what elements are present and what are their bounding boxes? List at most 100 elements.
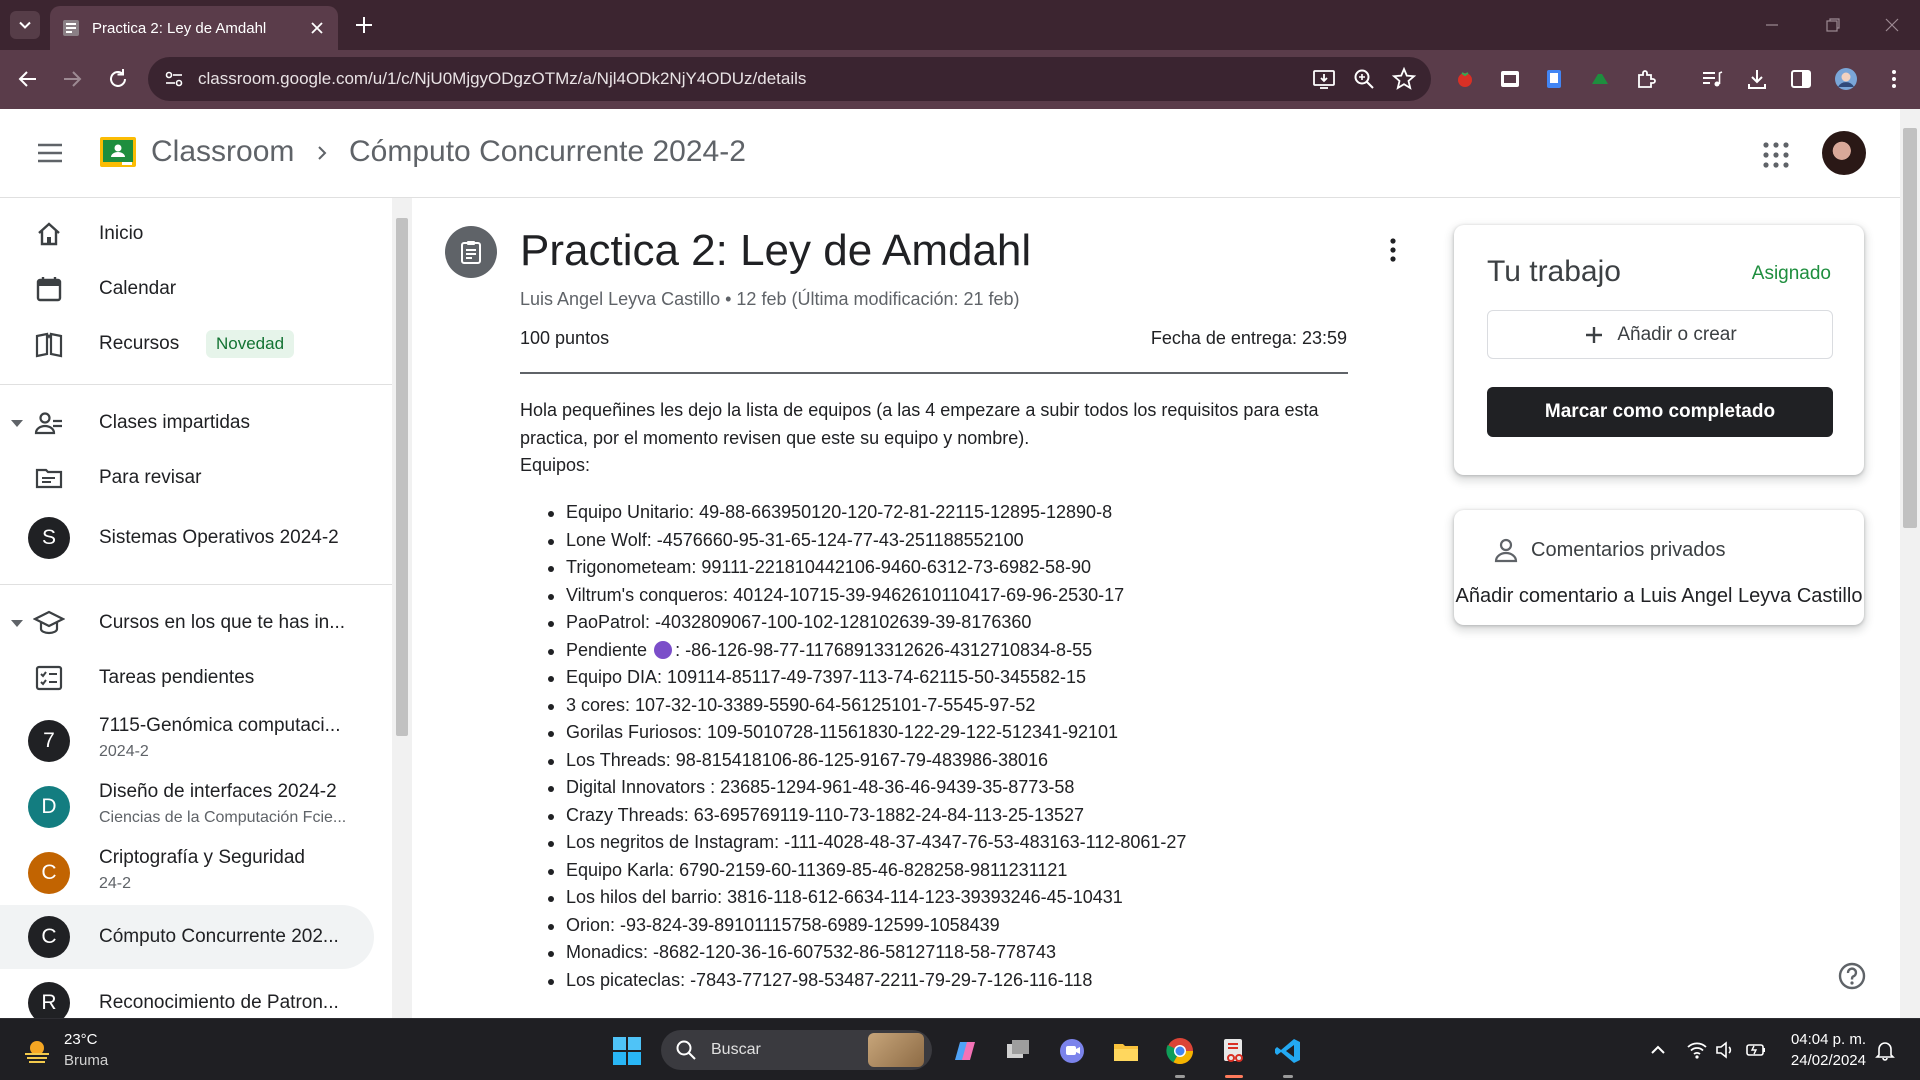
google-apps-icon[interactable]: [1762, 141, 1790, 169]
profile-avatar-icon[interactable]: [1834, 67, 1858, 91]
team-item: Viltrum's conqueros: 40124-10715-39-9462…: [520, 582, 1348, 610]
minimize-icon[interactable]: [1761, 14, 1783, 36]
app-name[interactable]: Classroom: [151, 135, 294, 169]
sidebar-divider: [0, 584, 392, 585]
sidebar-item-to-review[interactable]: Para revisar: [0, 450, 390, 506]
folder-icon: [1114, 1044, 1138, 1061]
team-item: Los hilos del barrio: 3816-118-612-6634-…: [520, 884, 1348, 912]
classroom-logo-icon[interactable]: [100, 137, 136, 167]
calendar-icon: [36, 277, 62, 302]
vscode-running-indicator: [1283, 1075, 1293, 1078]
sidebar-item-teaching[interactable]: Clases impartidas: [0, 395, 390, 451]
windows-start-icon[interactable]: [612, 1036, 642, 1066]
hamburger-menu-icon[interactable]: [36, 142, 64, 164]
assignment-points: 100 puntos: [520, 328, 610, 348]
battery-icon[interactable]: [1745, 1039, 1767, 1061]
bookmark-star-icon[interactable]: [1391, 66, 1417, 92]
download-icon[interactable]: [1745, 67, 1769, 91]
add-private-comment-link[interactable]: Añadir comentario a Luis Angel Leyva Cas…: [1454, 581, 1864, 611]
person-icon: [1494, 538, 1518, 563]
team-item: Los negritos de Instagram: -111-4028-48-…: [520, 829, 1348, 857]
sidebar-item-class-active[interactable]: C Cómputo Concurrente 202...: [0, 905, 390, 969]
wifi-icon[interactable]: [1686, 1039, 1708, 1061]
tab-search-button[interactable]: [10, 11, 40, 39]
help-icon[interactable]: [1837, 961, 1867, 991]
browser-menu-icon[interactable]: [1882, 67, 1906, 91]
chevron-up-icon[interactable]: [1647, 1039, 1669, 1061]
install-app-icon[interactable]: [1311, 66, 1337, 92]
sidebar-item-class[interactable]: C Criptografía y Seguridad 24-2: [0, 841, 390, 905]
sidebar-item-resources[interactable]: Recursos Novedad: [0, 316, 390, 372]
url-text[interactable]: classroom.google.com/u/1/c/NjU0MjgyODgzO…: [198, 69, 1311, 89]
zoom-icon[interactable]: [1351, 66, 1377, 92]
teams-heading: Equipos:: [520, 455, 591, 475]
notification-bell-icon[interactable]: [1874, 1039, 1896, 1061]
screen-capture-extension-icon[interactable]: [1498, 67, 1522, 91]
sidebar-item-label: Calendar: [99, 278, 177, 299]
caret-down-icon[interactable]: [10, 616, 24, 630]
extensions-puzzle-icon[interactable]: [1634, 67, 1658, 91]
clock-time[interactable]: 04:04 p. m.: [1791, 1031, 1866, 1048]
side-panel-icon[interactable]: [1789, 67, 1813, 91]
reload-icon[interactable]: [106, 67, 130, 91]
restore-icon[interactable]: [1822, 14, 1844, 36]
weather-haze-icon[interactable]: [22, 1036, 52, 1066]
search-highlight-image: [868, 1033, 924, 1067]
media-control-icon[interactable]: [1700, 67, 1724, 91]
site-settings-icon[interactable]: [162, 67, 186, 91]
sidebar-scrollbar-thumb[interactable]: [396, 218, 408, 736]
more-options-icon[interactable]: [1381, 236, 1405, 264]
reader-extension-icon[interactable]: [1542, 67, 1566, 91]
weather-temperature[interactable]: 23°C: [64, 1031, 98, 1048]
classroom-header: Classroom Cómputo Concurrente 2024-2: [0, 109, 1900, 198]
page-scrollbar-thumb[interactable]: [1903, 128, 1917, 528]
sidebar-item-todo[interactable]: Tareas pendientes: [0, 650, 390, 706]
team-item: Orion: -93-824-39-89101115758-6989-12599…: [520, 912, 1348, 940]
sidebar-item-subtitle: 2024-2: [99, 743, 149, 760]
browser-tab-active[interactable]: Practica 2: Ley de Amdahl: [50, 6, 338, 50]
new-tab-icon[interactable]: [352, 13, 376, 37]
tab-close-button[interactable]: [308, 19, 326, 37]
snip-active-indicator: [1225, 1075, 1243, 1078]
sidebar-item-home[interactable]: Inicio: [0, 206, 390, 262]
sidebar-item-label: Para revisar: [99, 467, 202, 488]
add-or-create-button[interactable]: Añadir o crear: [1487, 310, 1833, 359]
weather-description[interactable]: Bruma: [64, 1052, 108, 1069]
drive-extension-icon[interactable]: [1588, 67, 1612, 91]
book-icon: [35, 332, 63, 358]
clock-date[interactable]: 24/02/2024: [1791, 1052, 1866, 1069]
teams-chat-icon[interactable]: [1054, 1033, 1090, 1069]
sidebar-item-class[interactable]: 7 7115-Genómica computaci... 2024-2: [0, 709, 390, 773]
copilot-app-icon[interactable]: [946, 1033, 982, 1069]
sidebar-item-class[interactable]: R Reconocimiento de Patron...: [0, 971, 390, 1018]
sidebar-item-label: Sistemas Operativos 2024-2: [99, 527, 339, 548]
sidebar-item-class[interactable]: S Sistemas Operativos 2024-2: [0, 510, 390, 566]
file-explorer-icon[interactable]: [1108, 1033, 1144, 1069]
task-view-icon[interactable]: [1000, 1033, 1036, 1069]
volume-icon[interactable]: [1714, 1039, 1736, 1061]
taskbar-search[interactable]: Buscar: [661, 1030, 932, 1070]
account-avatar[interactable]: [1822, 131, 1866, 175]
window-close-icon[interactable]: [1881, 14, 1903, 36]
mark-complete-button[interactable]: Marcar como completado: [1487, 387, 1833, 437]
folder-review-icon: [35, 468, 63, 489]
course-breadcrumb[interactable]: Cómputo Concurrente 2024-2: [349, 135, 746, 169]
chrome-app-icon[interactable]: [1162, 1033, 1198, 1069]
sidebar-item-class[interactable]: D Diseño de interfaces 2024-2 Ciencias d…: [0, 775, 390, 839]
sidebar-item-enrolled[interactable]: Cursos en los que te has in...: [0, 595, 390, 651]
address-bar[interactable]: classroom.google.com/u/1/c/NjU0MjgyODgzO…: [148, 57, 1431, 101]
assignment-type-icon: [445, 226, 497, 278]
caret-down-icon[interactable]: [10, 416, 24, 430]
team-item: Pendiente : -86-126-98-77-11768913312626…: [520, 637, 1348, 665]
sidebar-item-label: Tareas pendientes: [99, 667, 255, 688]
tomato-extension-icon[interactable]: [1453, 67, 1477, 91]
back-arrow-icon[interactable]: [16, 67, 40, 91]
team-item: PaoPatrol: -4032809067-100-102-128102639…: [520, 609, 1348, 637]
snipping-tool-icon[interactable]: [1216, 1033, 1252, 1069]
sidebar-item-calendar[interactable]: Calendar: [0, 261, 390, 317]
vscode-app-icon[interactable]: [1270, 1033, 1306, 1069]
sidebar-item-subtitle: Ciencias de la Computación Fcie...: [99, 809, 347, 826]
forward-arrow-icon[interactable]: [60, 67, 84, 91]
close-icon: [311, 22, 323, 34]
class-avatar: C: [28, 852, 70, 894]
